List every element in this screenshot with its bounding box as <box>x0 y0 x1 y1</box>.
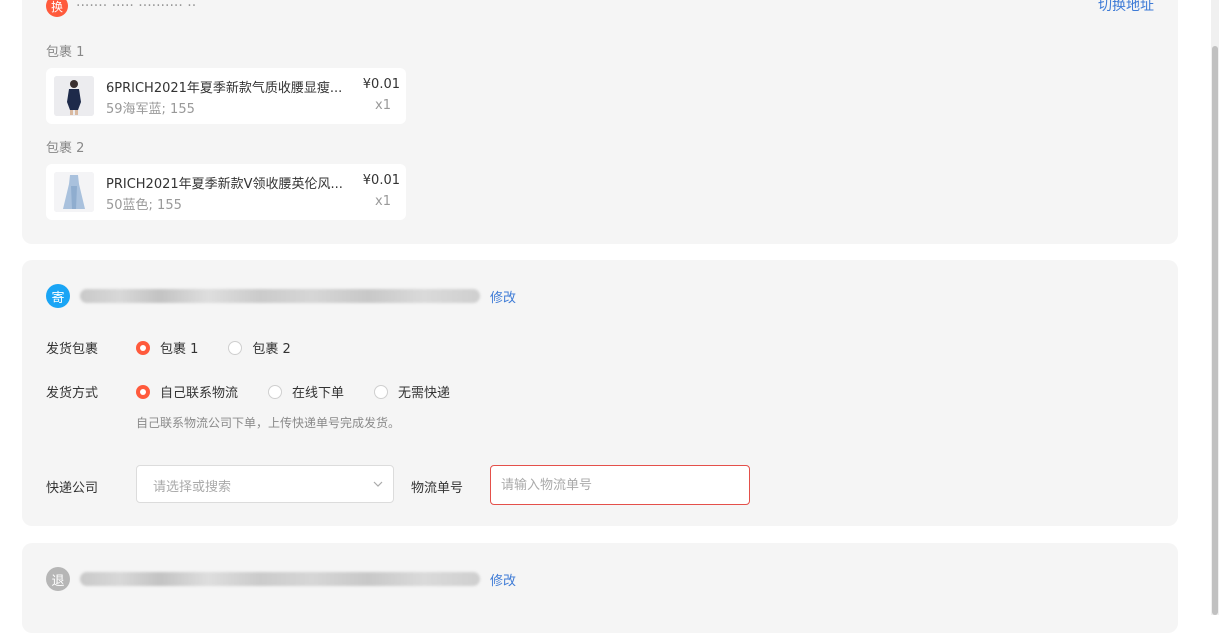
product-2-sku: 50蓝色; 155 <box>106 198 182 213</box>
package-radio-2[interactable]: 包裹 2 <box>228 338 291 357</box>
courier-label: 快递公司 <box>46 481 99 496</box>
ship-address-row: 寄 修改 <box>46 284 516 308</box>
courier-select[interactable]: 请选择或搜索 <box>136 465 394 503</box>
package-card: 换 ······· ····· ·········· ·· 切换地址 包裹 1 … <box>22 0 1178 244</box>
package-1-label: 包裹 1 <box>46 45 85 60</box>
switch-address-link[interactable]: 切换地址 <box>1098 0 1154 15</box>
package-2-product[interactable]: PRICH2021年夏季新款V领收腰英伦风... 50蓝色; 155 ¥0.01… <box>46 164 406 220</box>
product-1-price: ¥0.01 <box>362 77 400 92</box>
method-radio-self-label: 自己联系物流 <box>160 386 239 401</box>
ship-badge: 寄 <box>46 284 70 308</box>
product-2-price: ¥0.01 <box>362 173 400 188</box>
ship-method-hint: 自己联系物流公司下单，上传快递单号完成发货。 <box>136 416 401 430</box>
shipping-card: 寄 修改 发货包裹 包裹 1 包裹 2 发货方式 自己联系物流 在线下单 无需快… <box>22 260 1178 526</box>
radio-unchecked-icon <box>228 340 243 355</box>
top-address-text: ······· ····· ·········· ·· <box>76 0 197 14</box>
radio-checked-icon <box>136 340 150 355</box>
package-select-label: 发货包裹 <box>46 342 99 357</box>
package-radio-1-label: 包裹 1 <box>160 342 199 357</box>
courier-select-placeholder: 请选择或搜索 <box>153 480 232 495</box>
return-address-row: 退 修改 <box>46 567 516 591</box>
package-radio-2-label: 包裹 2 <box>252 342 291 357</box>
return-card: 退 修改 <box>22 543 1178 633</box>
product-1-title: 6PRICH2021年夏季新款气质收腰显瘦... <box>106 81 343 96</box>
ship-address-blurred <box>80 289 480 303</box>
method-radio-online[interactable]: 在线下单 <box>268 382 344 401</box>
package-1-product[interactable]: 6PRICH2021年夏季新款气质收腰显瘦... 59海军蓝; 155 ¥0.0… <box>46 68 406 124</box>
product-1-thumbnail <box>54 76 94 116</box>
product-2-qty: x1 <box>375 194 391 209</box>
chevron-down-icon <box>373 481 383 487</box>
product-2-title: PRICH2021年夏季新款V领收腰英伦风... <box>106 177 343 192</box>
method-radio-self[interactable]: 自己联系物流 <box>136 382 238 401</box>
exchange-badge: 换 <box>46 0 68 17</box>
return-address-blurred <box>80 572 480 586</box>
tracking-number-input[interactable] <box>490 465 750 505</box>
method-radio-online-label: 在线下单 <box>292 386 345 401</box>
radio-checked-icon <box>136 384 150 399</box>
scrollbar-thumb[interactable] <box>1212 46 1218 615</box>
package-radio-group: 包裹 1 包裹 2 <box>136 338 321 357</box>
radio-unchecked-icon <box>374 384 389 399</box>
product-1-qty: x1 <box>375 98 391 113</box>
method-radio-none-label: 无需快递 <box>398 386 451 401</box>
tracking-number-label: 物流单号 <box>411 481 464 496</box>
ship-method-label: 发货方式 <box>46 386 99 401</box>
return-badge: 退 <box>46 567 70 591</box>
package-2-label: 包裹 2 <box>46 141 85 156</box>
package-radio-1[interactable]: 包裹 1 <box>136 338 198 357</box>
radio-unchecked-icon <box>268 384 283 399</box>
product-2-thumbnail <box>54 172 94 212</box>
ship-method-radio-group: 自己联系物流 在线下单 无需快递 <box>136 382 480 401</box>
return-edit-link[interactable]: 修改 <box>490 570 516 589</box>
product-1-sku: 59海军蓝; 155 <box>106 102 195 117</box>
top-address-row: 换 ······· ····· ·········· ·· <box>46 0 196 17</box>
vertical-scrollbar[interactable] <box>1211 0 1219 615</box>
method-radio-none[interactable]: 无需快递 <box>374 382 450 401</box>
ship-edit-link[interactable]: 修改 <box>490 287 516 306</box>
